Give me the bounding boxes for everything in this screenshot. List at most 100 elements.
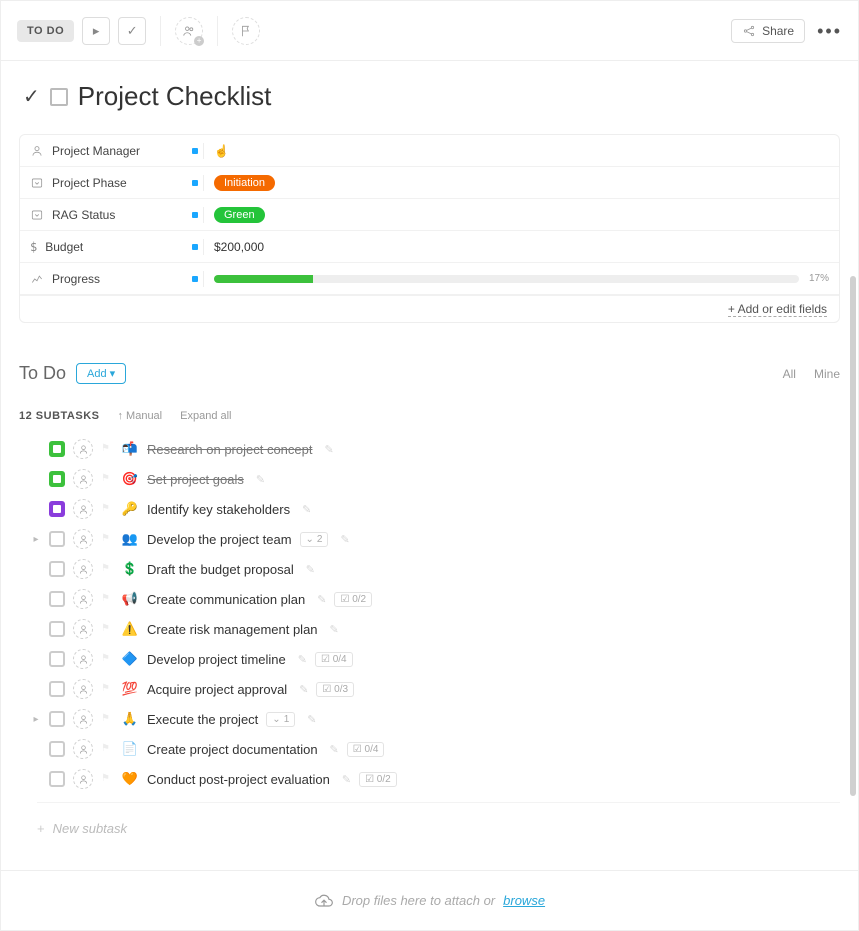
task-name[interactable]: Conduct post-project evaluation xyxy=(147,772,330,787)
task-row[interactable]: ▸⚑🙏Execute the project⌄1✎ xyxy=(19,704,840,734)
assignee-add-icon[interactable] xyxy=(73,559,93,579)
edit-icon[interactable]: ✎ xyxy=(256,473,265,486)
task-row[interactable]: ⚑💯Acquire project approval✎☑ 0/3 xyxy=(19,674,840,704)
assignee-add-icon[interactable] xyxy=(73,769,93,789)
field-value[interactable]: ☝ xyxy=(204,138,839,164)
task-checkbox[interactable] xyxy=(49,711,65,727)
new-subtask-input[interactable]: + New subtask xyxy=(37,802,840,844)
edit-icon[interactable]: ✎ xyxy=(307,713,316,726)
field-budget[interactable]: $ Budget $200,000 xyxy=(20,231,839,263)
priority-icon[interactable]: ⚑ xyxy=(101,713,113,725)
priority-icon[interactable]: ⚑ xyxy=(101,653,113,665)
assignee-add-icon[interactable] xyxy=(73,439,93,459)
field-value[interactable]: 17% xyxy=(204,267,839,290)
priority-icon[interactable]: ⚑ xyxy=(101,443,113,455)
priority-flag-icon[interactable] xyxy=(232,17,260,45)
priority-icon[interactable]: ⚑ xyxy=(101,683,113,695)
field-value[interactable]: Green xyxy=(204,201,839,229)
edit-icon[interactable]: ✎ xyxy=(299,683,308,696)
field-progress[interactable]: Progress 17% xyxy=(20,263,839,295)
task-name[interactable]: Research on project concept xyxy=(147,442,312,457)
more-menu-button[interactable]: ••• xyxy=(817,22,842,40)
task-name[interactable]: Develop project timeline xyxy=(147,652,286,667)
task-checkbox[interactable] xyxy=(49,501,65,517)
edit-icon[interactable]: ✎ xyxy=(298,653,307,666)
edit-icon[interactable]: ✎ xyxy=(302,503,311,516)
field-value[interactable]: Initiation xyxy=(204,169,839,197)
task-row[interactable]: ⚑📢Create communication plan✎☑ 0/2 xyxy=(19,584,840,614)
task-checkbox[interactable] xyxy=(49,651,65,667)
assignee-add-icon[interactable] xyxy=(73,589,93,609)
priority-icon[interactable]: ⚑ xyxy=(101,563,113,575)
assignee-add-icon[interactable] xyxy=(73,679,93,699)
checklist-badge[interactable]: ☑ 0/3 xyxy=(316,682,354,697)
checklist-badge[interactable]: ☑ 0/2 xyxy=(334,592,372,607)
assignee-add-icon[interactable] xyxy=(73,469,93,489)
task-checkbox[interactable] xyxy=(49,471,65,487)
expand-toggle[interactable]: ▸ xyxy=(31,714,41,725)
task-name[interactable]: Create risk management plan xyxy=(147,622,318,637)
task-checkbox[interactable] xyxy=(49,561,65,577)
task-name[interactable]: Develop the project team xyxy=(147,532,292,547)
task-name[interactable]: Create communication plan xyxy=(147,592,305,607)
assignee-add-icon[interactable] xyxy=(73,739,93,759)
task-row[interactable]: ⚑🎯Set project goals✎ xyxy=(19,464,840,494)
subtask-count-badge[interactable]: ⌄1 xyxy=(266,712,295,727)
edit-icon[interactable]: ✎ xyxy=(330,623,339,636)
page-title[interactable]: Project Checklist xyxy=(78,81,272,112)
task-row[interactable]: ⚑⚠️Create risk management plan✎ xyxy=(19,614,840,644)
title-checkbox[interactable] xyxy=(50,88,68,106)
add-subtask-button[interactable]: Add ▾ xyxy=(76,363,126,384)
expand-toggle[interactable]: ▸ xyxy=(31,534,41,545)
priority-icon[interactable]: ⚑ xyxy=(101,533,113,545)
priority-icon[interactable]: ⚑ xyxy=(101,503,113,515)
add-edit-fields-button[interactable]: + Add or edit fields xyxy=(20,295,839,322)
priority-icon[interactable]: ⚑ xyxy=(101,623,113,635)
field-project-manager[interactable]: Project Manager ☝ xyxy=(20,135,839,167)
task-name[interactable]: Draft the budget proposal xyxy=(147,562,294,577)
task-name[interactable]: Set project goals xyxy=(147,472,244,487)
edit-icon[interactable]: ✎ xyxy=(330,743,339,756)
task-checkbox[interactable] xyxy=(49,531,65,547)
field-value[interactable]: $200,000 xyxy=(204,234,839,260)
priority-icon[interactable]: ⚑ xyxy=(101,773,113,785)
task-row[interactable]: ⚑📄Create project documentation✎☑ 0/4 xyxy=(19,734,840,764)
expand-all-button[interactable]: Expand all xyxy=(180,410,231,422)
task-name[interactable]: Execute the project xyxy=(147,712,258,727)
edit-icon[interactable]: ✎ xyxy=(340,533,349,546)
priority-icon[interactable]: ⚑ xyxy=(101,473,113,485)
checklist-badge[interactable]: ☑ 0/4 xyxy=(347,742,385,757)
task-row[interactable]: ⚑📬Research on project concept✎ xyxy=(19,434,840,464)
assignee-add-icon[interactable] xyxy=(73,499,93,519)
field-rag-status[interactable]: RAG Status Green xyxy=(20,199,839,231)
task-row[interactable]: ⚑🧡Conduct post-project evaluation✎☑ 0/2 xyxy=(19,764,840,794)
task-checkbox[interactable] xyxy=(49,591,65,607)
task-name[interactable]: Acquire project approval xyxy=(147,682,287,697)
edit-icon[interactable]: ✎ xyxy=(306,563,315,576)
task-row[interactable]: ⚑💲Draft the budget proposal✎ xyxy=(19,554,840,584)
filter-mine[interactable]: Mine xyxy=(814,367,840,381)
task-checkbox[interactable] xyxy=(49,681,65,697)
task-checkbox[interactable] xyxy=(49,621,65,637)
task-row[interactable]: ▸⚑👥Develop the project team⌄2✎ xyxy=(19,524,840,554)
assignee-add-icon[interactable] xyxy=(73,529,93,549)
status-next-button[interactable]: ▸ xyxy=(82,17,110,45)
browse-link[interactable]: browse xyxy=(503,893,545,908)
share-button[interactable]: Share xyxy=(731,19,805,43)
task-name[interactable]: Create project documentation xyxy=(147,742,318,757)
task-row[interactable]: ⚑🔷Develop project timeline✎☑ 0/4 xyxy=(19,644,840,674)
sort-mode-button[interactable]: ↑ Manual xyxy=(117,410,162,422)
checklist-badge[interactable]: ☑ 0/4 xyxy=(315,652,353,667)
subtask-count-badge[interactable]: ⌄2 xyxy=(300,532,329,547)
task-row[interactable]: ⚑🔑Identify key stakeholders✎ xyxy=(19,494,840,524)
edit-icon[interactable]: ✎ xyxy=(324,443,333,456)
scrollbar[interactable] xyxy=(850,276,856,796)
field-project-phase[interactable]: Project Phase Initiation xyxy=(20,167,839,199)
task-checkbox[interactable] xyxy=(49,771,65,787)
priority-icon[interactable]: ⚑ xyxy=(101,743,113,755)
attachment-dropzone[interactable]: Drop files here to attach or browse xyxy=(1,870,858,930)
task-checkbox[interactable] xyxy=(49,741,65,757)
assignee-add-icon[interactable] xyxy=(73,709,93,729)
assignees-icon[interactable]: + xyxy=(175,17,203,45)
edit-icon[interactable]: ✎ xyxy=(342,773,351,786)
